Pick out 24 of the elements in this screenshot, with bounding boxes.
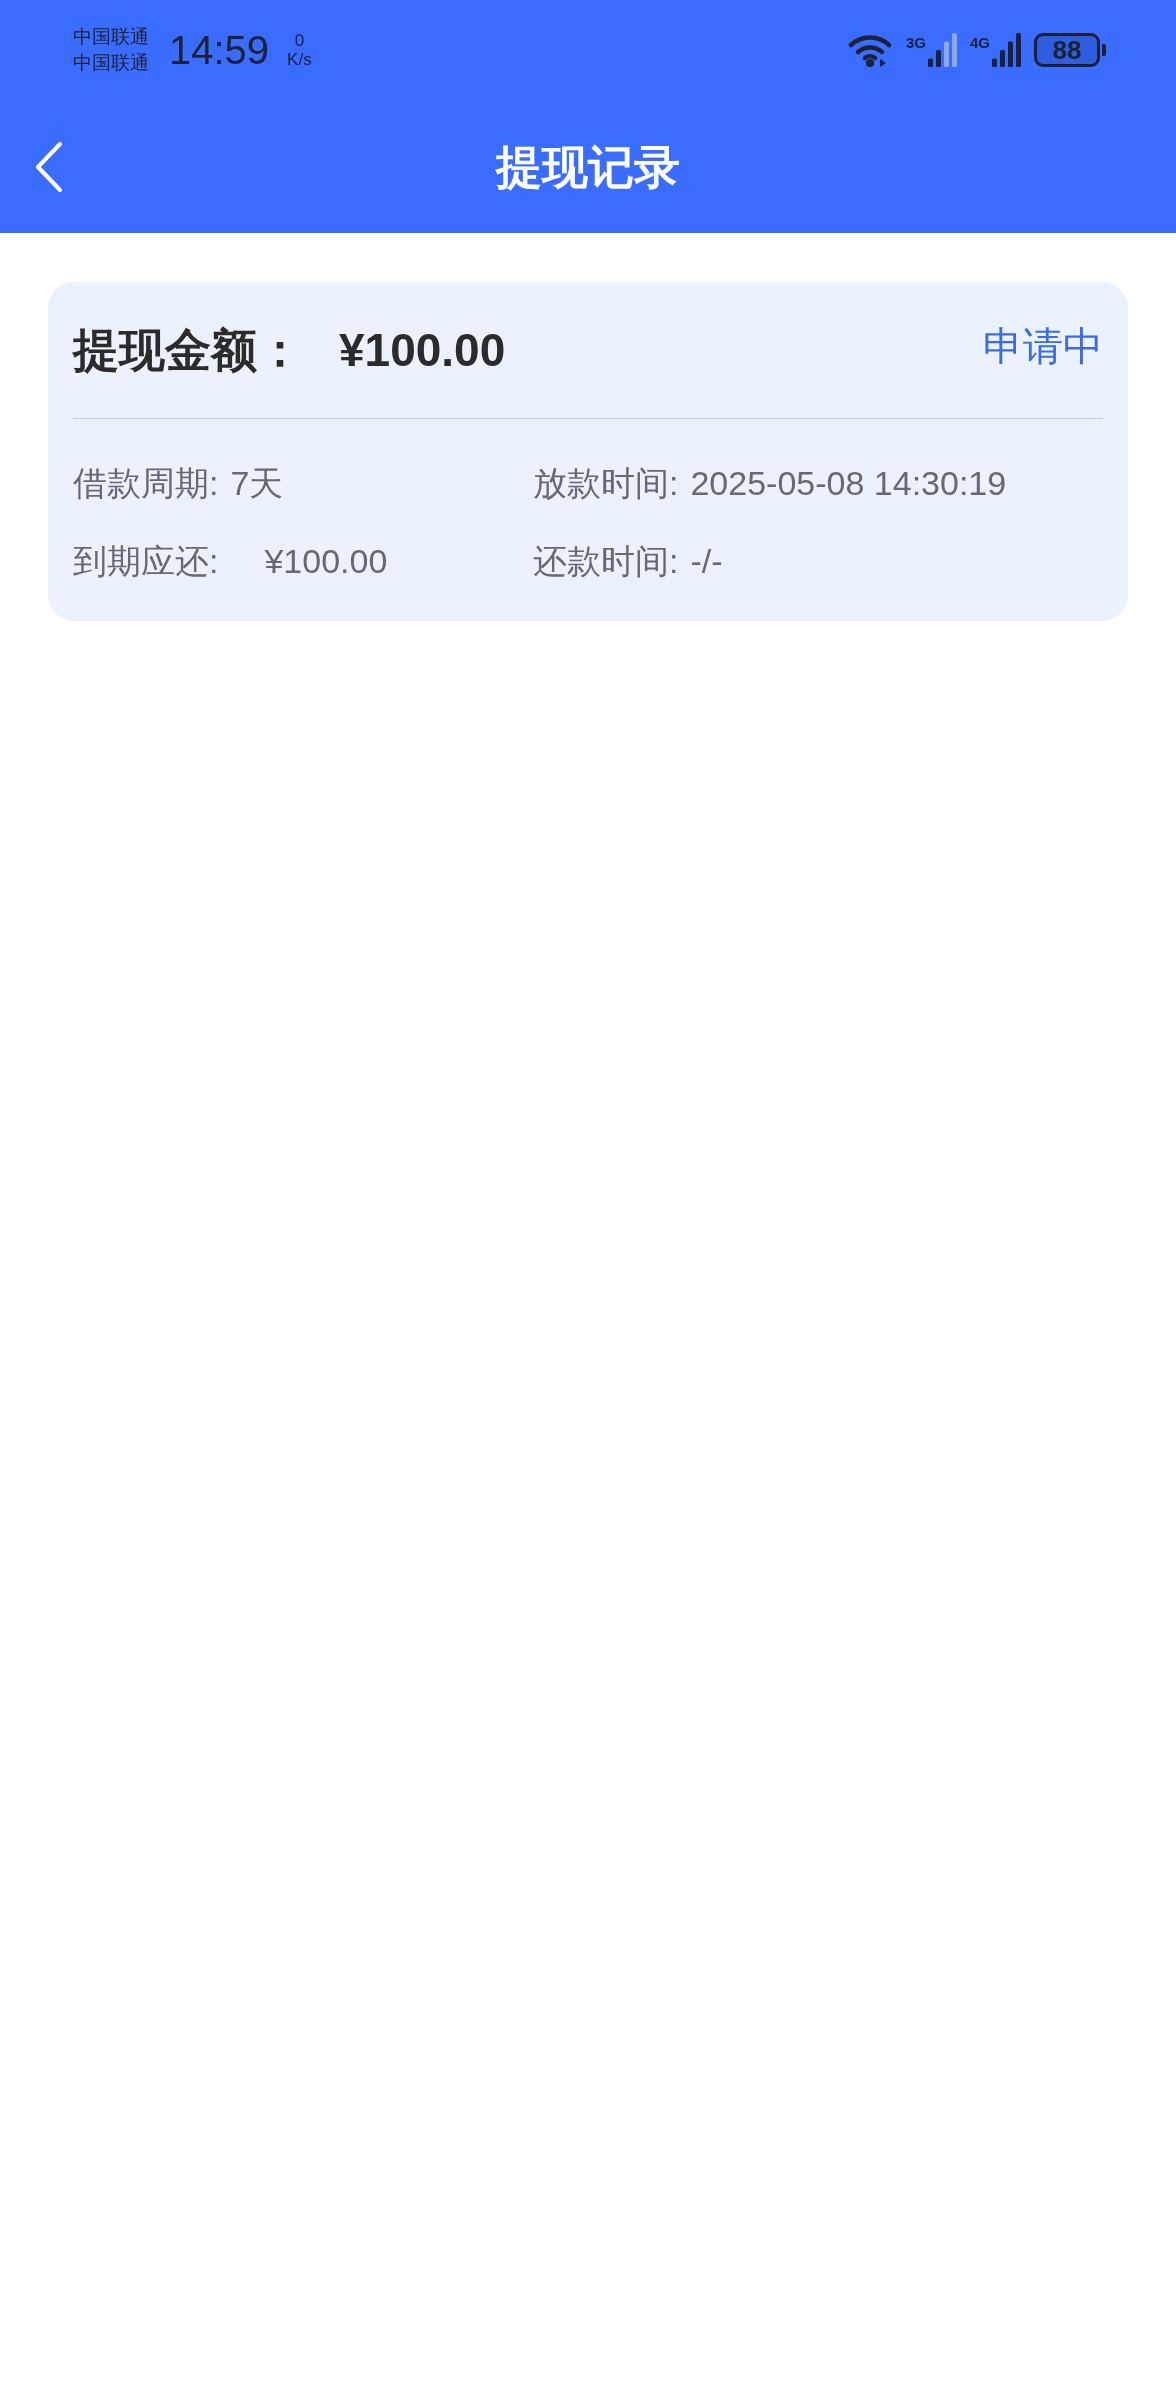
field-value: -/- xyxy=(690,541,723,582)
field-label: 借款周期: xyxy=(73,463,219,504)
page-title: 提现记录 xyxy=(496,143,680,190)
field-label: 还款时间: xyxy=(533,541,679,582)
network-speed-unit: K/s xyxy=(287,50,312,69)
field-label: 到期应还: xyxy=(73,541,219,582)
field-value: ¥100.00 xyxy=(264,541,388,582)
wifi-icon xyxy=(847,33,894,67)
network-type-label: 3G xyxy=(905,35,926,50)
carrier-name: 中国联通 xyxy=(73,51,149,75)
field-value: 2025-05-08 14:30:19 xyxy=(690,463,1007,504)
battery-indicator: 88 xyxy=(1034,33,1106,67)
amount-value: ¥100.00 xyxy=(339,327,506,373)
field-label: 放款时间: xyxy=(533,463,679,504)
network-type-label: 4G xyxy=(970,35,990,50)
chevron-left-icon xyxy=(35,142,63,192)
clock-time: 14:59 xyxy=(169,30,270,70)
amount-label: 提现金额： xyxy=(73,327,303,373)
status-text: 申请中 xyxy=(983,326,1103,366)
signal-bars-icon xyxy=(928,33,958,67)
carrier-name: 中国联通 xyxy=(73,25,149,49)
network-speed-value: 0 xyxy=(294,31,305,50)
signal-bars-icon xyxy=(992,33,1022,67)
field-value: 7天 xyxy=(230,463,284,504)
